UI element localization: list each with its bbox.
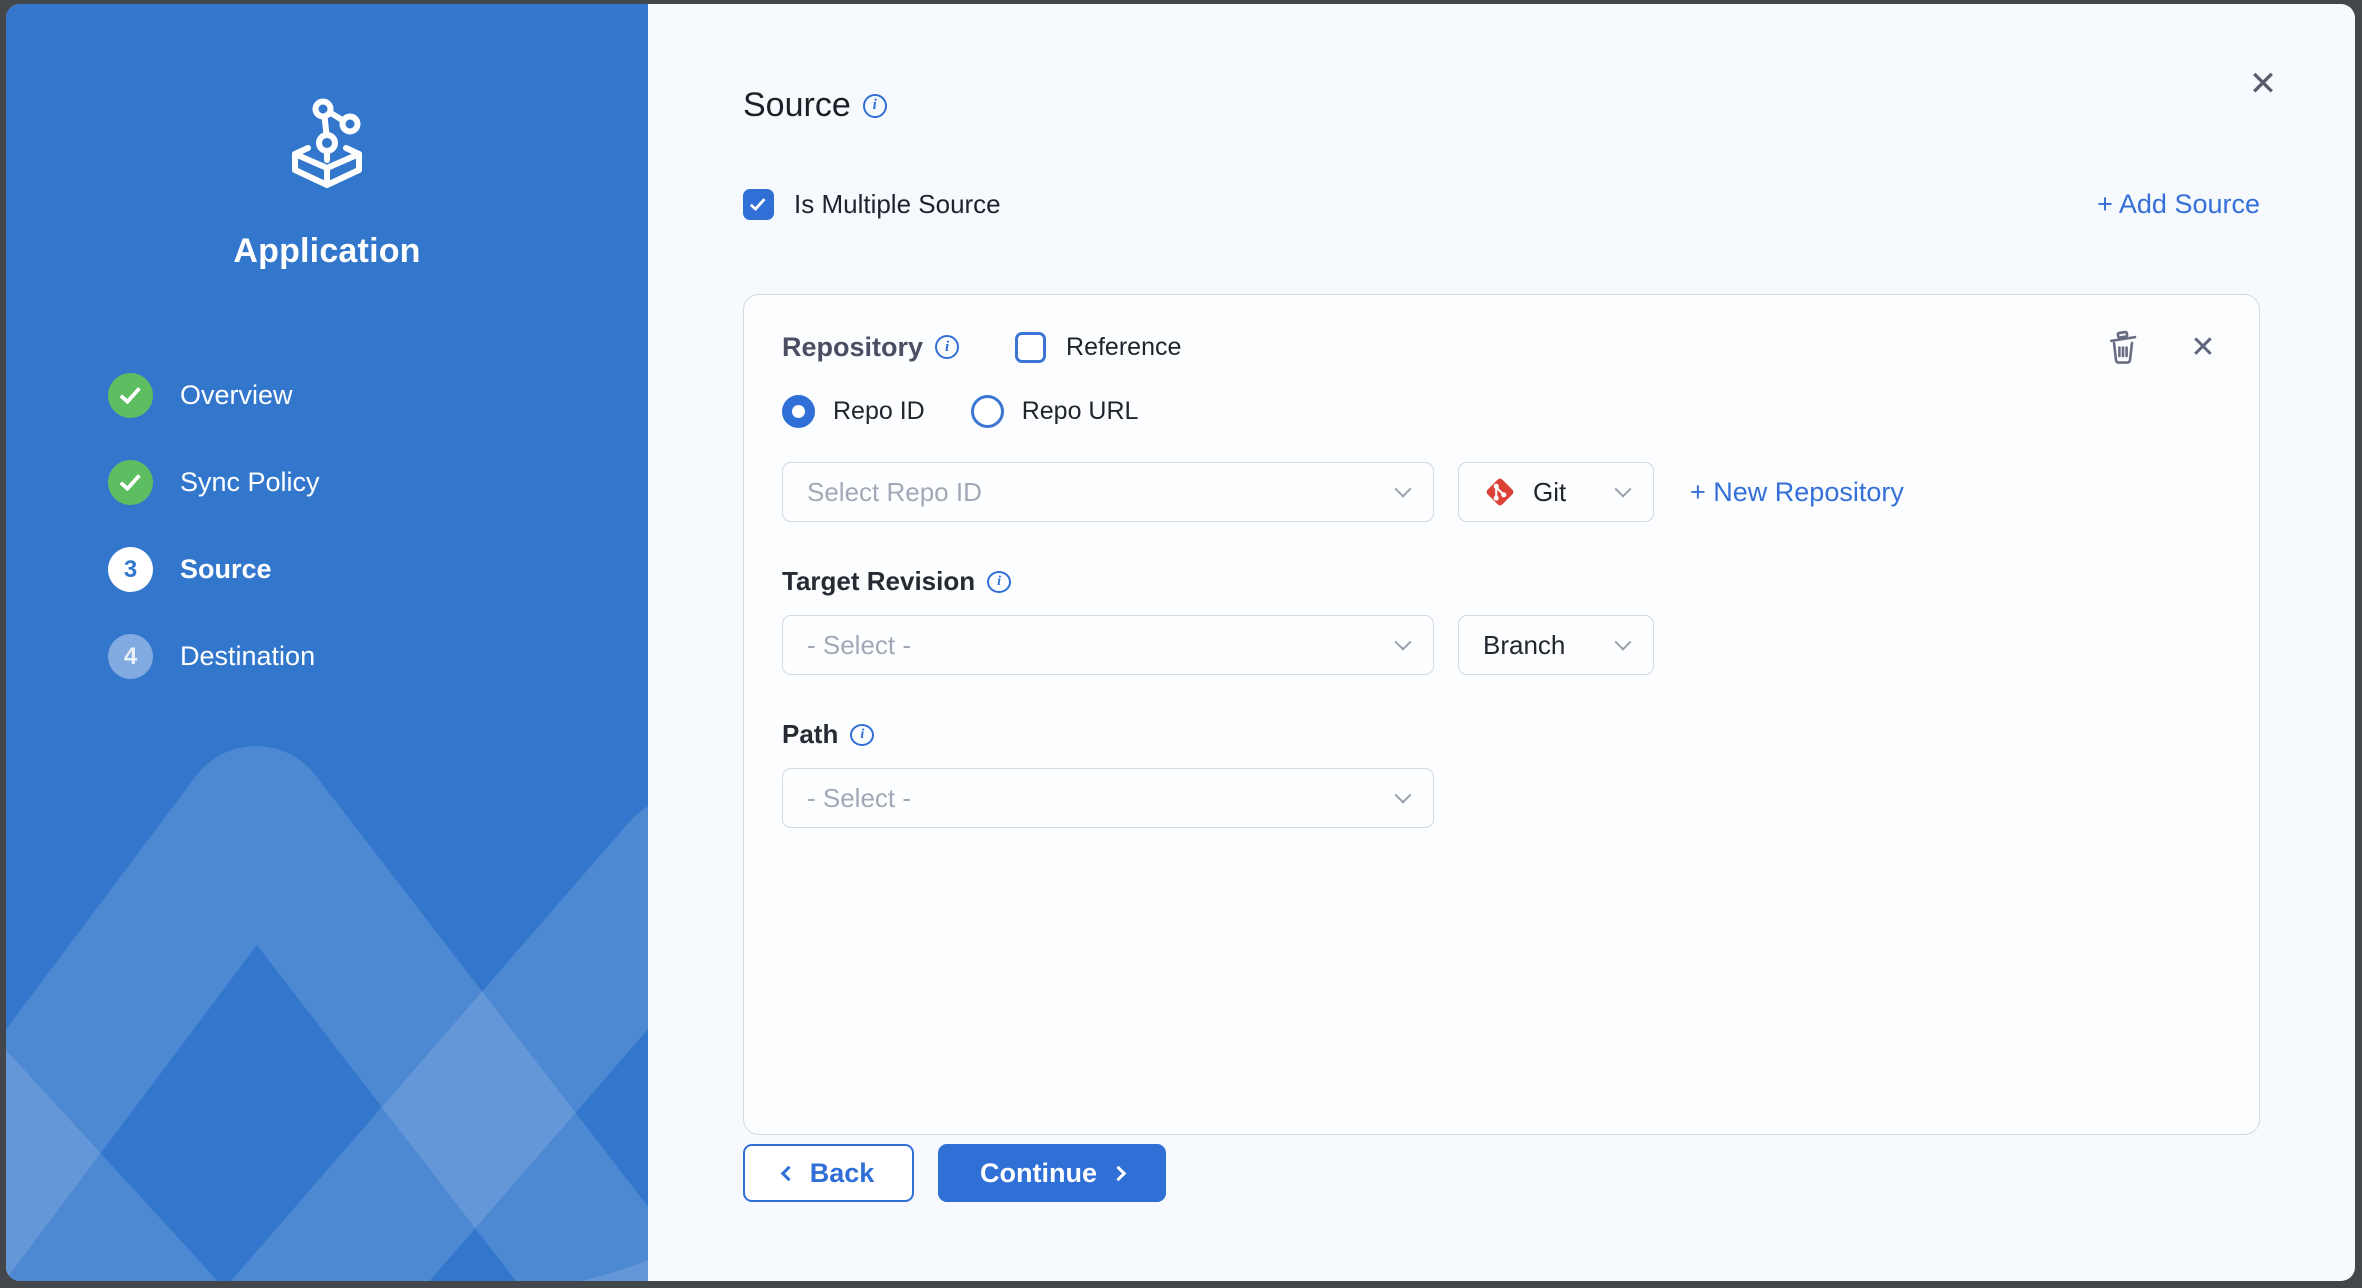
repo-id-radio-label: Repo ID xyxy=(833,397,925,426)
info-icon[interactable]: i xyxy=(863,94,887,118)
reference-control: Reference xyxy=(1015,332,1181,363)
target-revision-label-row: Target Revision i xyxy=(782,566,2221,597)
repo-mode-radio-group: Repo ID Repo URL xyxy=(782,395,2221,428)
path-select[interactable]: - Select - xyxy=(782,768,1434,828)
chevron-down-icon xyxy=(1615,481,1632,498)
revision-type-value: Branch xyxy=(1483,630,1565,661)
repository-title: Repository xyxy=(782,332,923,363)
chevron-down-icon xyxy=(1395,481,1412,498)
new-repository-button[interactable]: + New Repository xyxy=(1690,477,1904,508)
path-label-row: Path i xyxy=(782,719,2221,750)
step-source[interactable]: 3 Source xyxy=(108,547,320,592)
remove-source-icon[interactable]: ✕ xyxy=(2185,329,2221,365)
path-row: - Select - xyxy=(782,768,2221,828)
wizard-steps: Overview Sync Policy 3 Source 4 Destinat… xyxy=(108,373,320,679)
reference-label: Reference xyxy=(1066,333,1181,362)
chevron-down-icon xyxy=(1395,787,1412,804)
page-title: Source xyxy=(743,86,851,125)
source-panel: ✕ Source i Is Multiple Source + Add Sour… xyxy=(648,4,2355,1281)
reference-checkbox[interactable] xyxy=(1015,332,1046,363)
repo-type-value: Git xyxy=(1533,477,1566,508)
info-icon[interactable]: i xyxy=(935,335,959,359)
is-multiple-source-control: Is Multiple Source xyxy=(743,189,1001,220)
repo-select-row: Select Repo ID Git xyxy=(782,462,2221,522)
step-label: Destination xyxy=(180,641,315,672)
delete-source-button[interactable] xyxy=(2105,329,2141,365)
repo-url-radio[interactable] xyxy=(971,395,1004,428)
check-icon xyxy=(119,469,141,491)
step-label: Overview xyxy=(180,380,293,411)
continue-button-label: Continue xyxy=(980,1158,1097,1189)
target-revision-label: Target Revision xyxy=(782,566,975,597)
revision-type-select[interactable]: Branch xyxy=(1458,615,1654,675)
info-icon[interactable]: i xyxy=(987,571,1011,593)
path-label: Path xyxy=(782,719,838,750)
repo-url-radio-label: Repo URL xyxy=(1022,397,1139,426)
page-title-row: Source i xyxy=(743,4,2260,125)
application-wizard-modal: Application Overview Sync Policy 3 Sourc… xyxy=(6,4,2355,1281)
target-revision-row: - Select - Branch xyxy=(782,615,2221,675)
step-complete-icon xyxy=(108,460,153,505)
trash-icon xyxy=(2106,329,2140,365)
step-number-badge: 4 xyxy=(108,634,153,679)
chevron-down-icon xyxy=(1615,634,1632,651)
step-sync-policy[interactable]: Sync Policy xyxy=(108,460,320,505)
chevron-down-icon xyxy=(1395,634,1412,651)
is-multiple-source-label: Is Multiple Source xyxy=(794,189,1001,220)
repo-id-select-placeholder: Select Repo ID xyxy=(807,477,982,508)
continue-button[interactable]: Continue xyxy=(938,1144,1166,1202)
chevron-right-icon xyxy=(1111,1165,1127,1181)
repository-card: Repository i Reference xyxy=(743,294,2260,1135)
application-logo-icon xyxy=(268,86,386,204)
repo-id-select[interactable]: Select Repo ID xyxy=(782,462,1434,522)
info-icon[interactable]: i xyxy=(850,724,874,746)
wizard-title: Application xyxy=(233,232,420,271)
target-revision-placeholder: - Select - xyxy=(807,630,911,661)
check-icon xyxy=(119,382,141,404)
is-multiple-source-checkbox[interactable] xyxy=(743,189,774,220)
step-complete-icon xyxy=(108,373,153,418)
wizard-footer: Back Continue xyxy=(743,1144,2260,1202)
back-button[interactable]: Back xyxy=(743,1144,914,1202)
repository-card-header: Repository i Reference xyxy=(782,329,2221,365)
path-select-placeholder: - Select - xyxy=(807,783,911,814)
wizard-sidebar: Application Overview Sync Policy 3 Sourc… xyxy=(6,4,648,1281)
back-button-label: Back xyxy=(810,1158,875,1189)
close-icon[interactable]: ✕ xyxy=(2241,62,2285,106)
target-revision-select[interactable]: - Select - xyxy=(782,615,1434,675)
chevron-left-icon xyxy=(780,1165,796,1181)
step-label: Sync Policy xyxy=(180,467,320,498)
step-label: Source xyxy=(180,554,272,585)
card-actions: ✕ xyxy=(2105,329,2221,365)
brand-watermark xyxy=(6,701,648,1281)
git-icon xyxy=(1483,475,1517,509)
add-source-button[interactable]: + Add Source xyxy=(2097,189,2260,220)
step-destination[interactable]: 4 Destination xyxy=(108,634,320,679)
repo-type-select[interactable]: Git xyxy=(1458,462,1654,522)
repo-id-radio[interactable] xyxy=(782,395,815,428)
multi-source-row: Is Multiple Source + Add Source xyxy=(743,189,2260,220)
step-number-badge: 3 xyxy=(108,547,153,592)
check-icon xyxy=(750,194,766,211)
step-overview[interactable]: Overview xyxy=(108,373,320,418)
